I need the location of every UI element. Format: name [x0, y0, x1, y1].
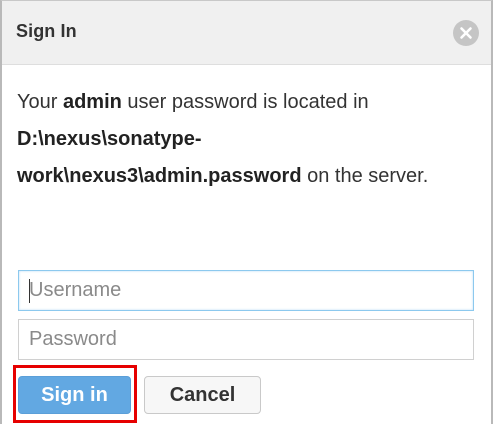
close-icon[interactable]	[453, 20, 479, 46]
text-caret	[29, 279, 30, 303]
password-path-line-2: work\nexus3\admin.password	[17, 165, 302, 187]
message-text-3: on the server.	[301, 165, 429, 187]
password-location-message: Your admin user password is located in D…	[17, 84, 467, 195]
message-text-1: Your	[17, 91, 63, 113]
message-text-2: user password is located in	[121, 91, 369, 113]
close-x-glyph	[460, 27, 472, 39]
admin-user-name: admin	[62, 91, 122, 113]
password-input[interactable]	[18, 319, 474, 360]
sign-in-dialog: Sign In Your admin user password is loca…	[0, 0, 493, 424]
password-path-line-1: D:\nexus\sonatype-	[17, 128, 202, 150]
cancel-button[interactable]: Cancel	[144, 376, 261, 414]
sign-in-button[interactable]: Sign in	[18, 376, 131, 414]
username-input[interactable]	[18, 270, 474, 311]
dialog-header: Sign In	[2, 1, 491, 65]
dialog-title: Sign In	[16, 21, 77, 41]
